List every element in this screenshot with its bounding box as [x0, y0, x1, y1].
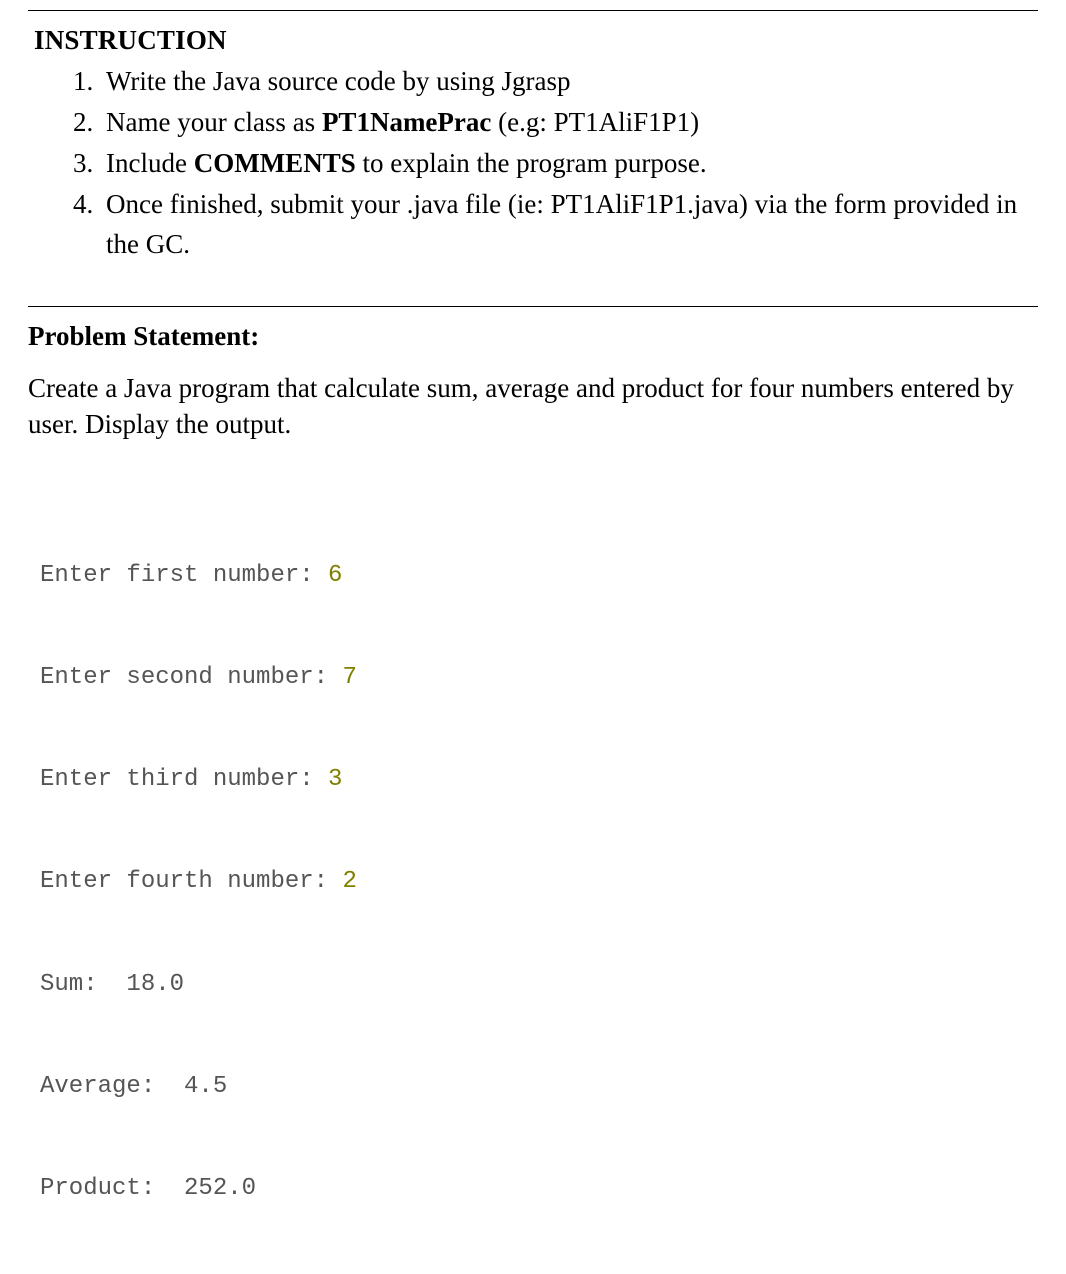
- instruction-item: Write the Java source code by using Jgra…: [100, 62, 1038, 101]
- console-line: Enter second number: 7: [40, 661, 1038, 695]
- console-user-input: 3: [328, 766, 342, 793]
- instruction-item-post: to explain the program purpose.: [356, 148, 707, 178]
- instruction-item: Include COMMENTS to explain the program …: [100, 144, 1038, 183]
- console-line: Product: 252.0: [40, 1172, 1038, 1206]
- console-prompt: Enter fourth number:: [40, 868, 342, 895]
- console-line: Enter fourth number: 2: [40, 865, 1038, 899]
- instruction-heading: INSTRUCTION: [28, 25, 1038, 56]
- console-prompt: Sum: 18.0: [40, 971, 184, 998]
- console-line: Average: 4.5: [40, 1070, 1038, 1104]
- instruction-item: Once finished, submit your .java file (i…: [100, 185, 1038, 263]
- console-prompt: Product: 252.0: [40, 1175, 256, 1202]
- console-user-input: 2: [342, 868, 356, 895]
- instruction-item: Name your class as PT1NamePrac (e.g: PT1…: [100, 103, 1038, 142]
- console-line: Sum: 18.0: [40, 968, 1038, 1002]
- instruction-item-bold: COMMENTS: [194, 148, 356, 178]
- divider-middle: [28, 306, 1038, 307]
- instruction-item-pre: Write the Java source code by using Jgra…: [106, 66, 571, 96]
- console-user-input: 6: [328, 562, 342, 589]
- console-line: Enter third number: 3: [40, 763, 1038, 797]
- instruction-list: Write the Java source code by using Jgra…: [28, 62, 1038, 264]
- console-user-input: 7: [342, 664, 356, 691]
- console-prompt: Enter first number:: [40, 562, 328, 589]
- instruction-item-pre: Include: [106, 148, 194, 178]
- instruction-section: INSTRUCTION Write the Java source code b…: [28, 11, 1038, 306]
- document-page: INSTRUCTION Write the Java source code b…: [0, 10, 1066, 875]
- problem-heading: Problem Statement:: [28, 321, 1038, 352]
- console-line: Enter first number: 6: [40, 559, 1038, 593]
- instruction-item-pre: Once finished, submit your .java file (i…: [106, 189, 1017, 258]
- console-output: Enter first number: 6 Enter second numbe…: [28, 491, 1038, 1274]
- problem-statement-text: Create a Java program that calculate sum…: [28, 370, 1038, 443]
- console-prompt: Enter third number:: [40, 766, 328, 793]
- console-prompt: Enter second number:: [40, 664, 342, 691]
- instruction-item-post: (e.g: PT1AliF1P1): [491, 107, 699, 137]
- instruction-item-pre: Name your class as: [106, 107, 322, 137]
- instruction-item-bold: PT1NamePrac: [322, 107, 491, 137]
- console-prompt: Average: 4.5: [40, 1073, 227, 1100]
